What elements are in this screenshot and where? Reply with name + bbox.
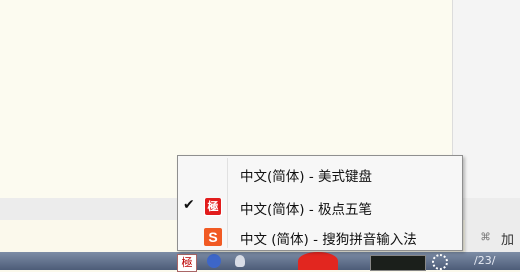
menu-item-us-keyboard[interactable]: 中文(简体) - 美式键盘	[180, 160, 460, 188]
wubi-seal-icon: 極	[204, 198, 222, 216]
menu-item-label: 中文(简体) - 美式键盘	[240, 169, 372, 185]
sogou-icon: S	[204, 228, 222, 246]
taskbar: 極 /23/	[0, 252, 520, 272]
side-toolbar-label[interactable]: 加	[501, 229, 514, 248]
loading-icon	[432, 254, 448, 270]
attach-icon[interactable]: ⌘	[481, 228, 490, 246]
network-meter-icon[interactable]	[370, 255, 426, 271]
menu-item-label: 中文(简体) - 极点五笔	[240, 202, 372, 218]
side-toolbar: ⌘ 加	[465, 220, 520, 256]
taskbar-clock[interactable]: /23/	[474, 254, 495, 267]
user-icon[interactable]	[235, 255, 245, 267]
menu-item-label: 中文 (简体) - 搜狗拼音输入法	[240, 232, 417, 248]
menu-item-wubi[interactable]: ✔ 極 中文(简体) - 极点五笔	[180, 193, 460, 221]
taskbar-ime-indicator[interactable]: 極	[177, 254, 197, 272]
help-icon[interactable]	[207, 254, 221, 268]
menu-item-sogou-pinyin[interactable]: S 中文 (简体) - 搜狗拼音输入法	[180, 223, 460, 251]
sogou-tray-icon[interactable]	[298, 252, 338, 270]
checkmark-icon: ✔	[183, 197, 195, 213]
ime-context-menu: 中文(简体) - 美式键盘 ✔ 極 中文(简体) - 极点五笔 S 中文 (简体…	[177, 155, 463, 251]
